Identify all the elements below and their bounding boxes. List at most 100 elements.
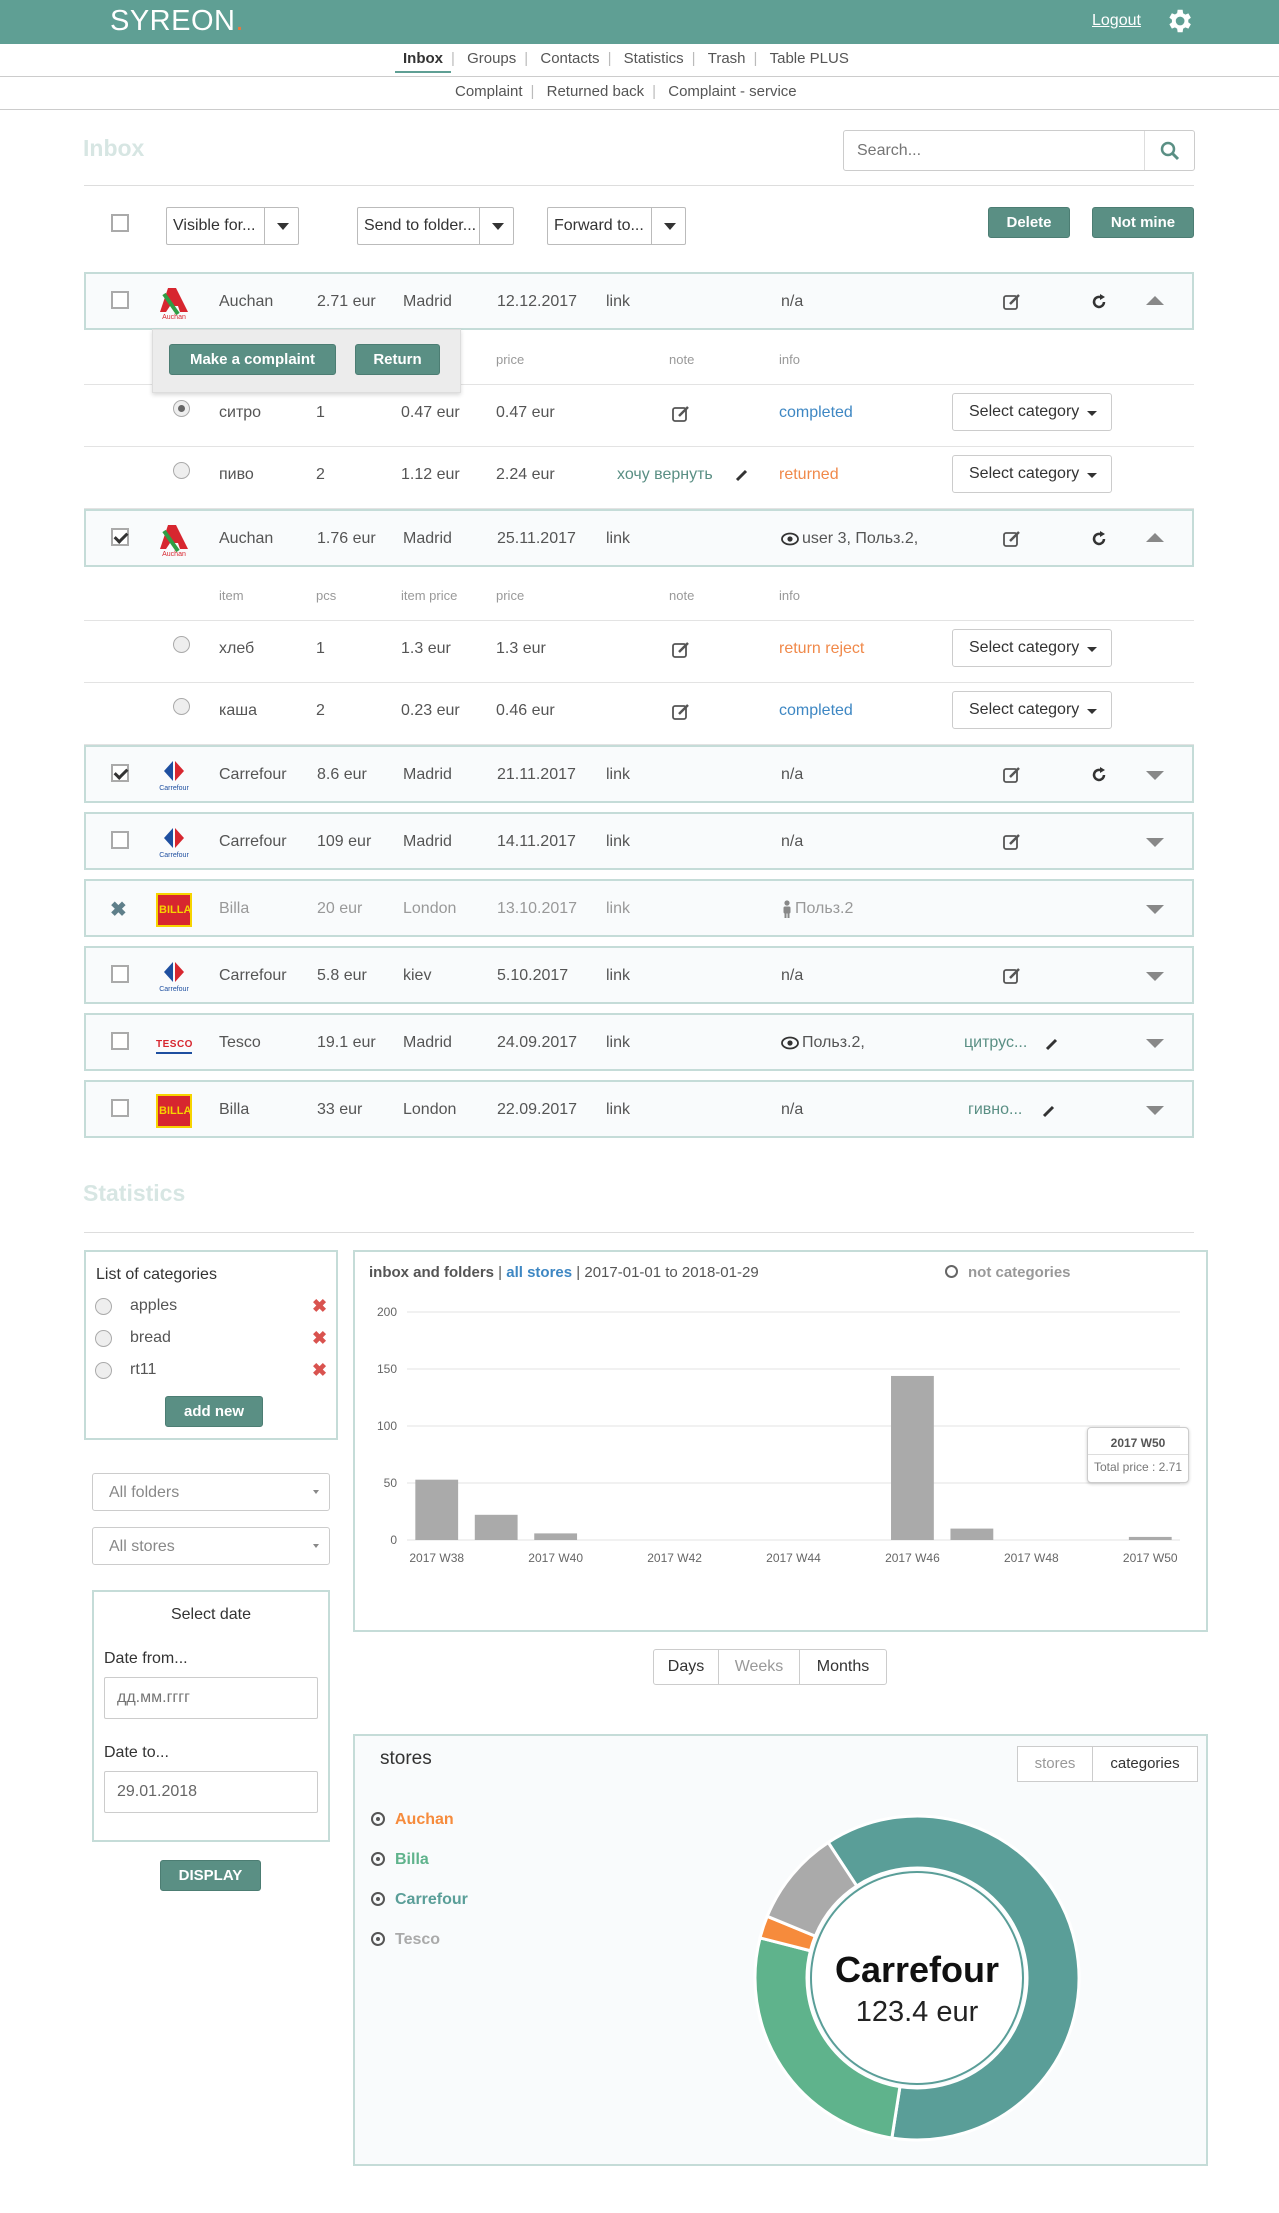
legend-auchan[interactable]: Auchan [371,1810,454,1829]
delete-category-icon[interactable]: ✖ [312,1296,327,1317]
select-category-dropdown[interactable]: Select category [952,691,1112,729]
edit-note-icon[interactable] [671,640,691,660]
order-row[interactable]: Carrefour Carrefour 8.6 eur Madrid 21.11… [84,745,1194,803]
nav-groups[interactable]: Groups [459,50,524,67]
delete-category-icon[interactable]: ✖ [312,1360,327,1381]
logo[interactable]: SYREON. [110,5,244,38]
edit-icon[interactable] [1002,832,1022,852]
nav-table-plus[interactable]: Table PLUS [762,50,857,67]
pencil-icon[interactable] [1041,1103,1057,1119]
subnav-complaint-service[interactable]: Complaint - service [660,83,804,100]
order-link[interactable]: link [606,967,630,985]
nav-inbox[interactable]: Inbox [395,50,451,73]
nav-contacts[interactable]: Contacts [532,50,607,67]
nav-trash[interactable]: Trash [700,50,754,67]
order-row[interactable]: TESCO Tesco 19.1 eur Madrid 24.09.2017 l… [84,1013,1194,1071]
refresh-icon[interactable] [1090,293,1108,311]
delete-category-icon[interactable]: ✖ [312,1328,327,1349]
item-radio[interactable] [173,400,190,417]
order-link[interactable]: link [606,833,630,851]
edit-note-icon[interactable] [671,404,691,424]
pencil-icon[interactable] [1044,1036,1060,1052]
forward-to-dropdown[interactable]: Forward to... [547,207,686,245]
edit-icon[interactable] [1002,529,1022,549]
logout-link[interactable]: Logout [1092,12,1141,30]
pencil-icon[interactable] [734,467,750,483]
row-checkbox[interactable] [111,831,129,849]
add-category-button[interactable]: add new [165,1396,263,1427]
edit-icon[interactable] [1002,966,1022,986]
item-radio[interactable] [173,698,190,715]
subnav-complaint[interactable]: Complaint [447,83,531,100]
item-radio[interactable] [173,636,190,653]
display-button[interactable]: DISPLAY [160,1860,261,1891]
chart-header-stores[interactable]: all stores [506,1264,572,1281]
order-link[interactable]: link [606,293,630,311]
toggle-days[interactable]: Days [653,1649,719,1685]
row-checkbox[interactable] [111,528,129,546]
expand-chevron-icon[interactable] [1146,771,1164,780]
order-row[interactable]: Auchan Auchan 2.71 eur Madrid 12.12.2017… [84,272,1194,330]
select-all-checkbox[interactable] [111,214,129,232]
toggle-weeks[interactable]: Weeks [718,1649,800,1685]
category-radio[interactable] [95,1362,112,1379]
order-row[interactable]: Carrefour Carrefour 109 eur Madrid 14.11… [84,812,1194,870]
collapse-chevron-icon[interactable] [1146,533,1164,542]
order-link[interactable]: link [606,766,630,784]
subnav-returned-back[interactable]: Returned back [539,83,653,100]
order-link[interactable]: link [606,1101,630,1119]
refresh-icon[interactable] [1090,766,1108,784]
date-to-input[interactable] [104,1771,318,1813]
not-categories-toggle[interactable]: not categories [945,1264,1071,1281]
edit-icon[interactable] [1002,292,1022,312]
not-mine-button[interactable]: Not mine [1092,207,1194,238]
select-category-dropdown[interactable]: Select category [952,393,1112,431]
caret-down-icon [264,208,298,244]
row-checkbox[interactable] [111,764,129,782]
category-radio[interactable] [95,1330,112,1347]
gear-icon[interactable] [1164,6,1194,36]
order-row[interactable]: BILLA Billa 33 eur London 22.09.2017 lin… [84,1080,1194,1138]
nav-statistics[interactable]: Statistics [616,50,692,67]
tab-stores[interactable]: stores [1017,1746,1093,1782]
order-link[interactable]: link [606,530,630,548]
return-button[interactable]: Return [355,344,440,375]
make-complaint-button[interactable]: Make a complaint [169,344,336,375]
tab-categories[interactable]: categories [1092,1746,1198,1782]
visible-for-dropdown[interactable]: Visible for... [166,207,299,245]
select-category-dropdown[interactable]: Select category [952,455,1112,493]
search-input[interactable] [845,132,1141,169]
expand-chevron-icon[interactable] [1146,905,1164,914]
refresh-icon[interactable] [1090,530,1108,548]
order-row[interactable]: Auchan Auchan 1.76 eur Madrid 25.11.2017… [84,509,1194,567]
delete-button[interactable]: Delete [988,207,1070,238]
expand-chevron-icon[interactable] [1146,972,1164,981]
rejected-x-icon[interactable]: ✖ [110,897,127,922]
row-checkbox[interactable] [111,291,129,309]
collapse-chevron-icon[interactable] [1146,296,1164,305]
toggle-months[interactable]: Months [799,1649,887,1685]
row-checkbox[interactable] [111,1099,129,1117]
order-link[interactable]: link [606,900,630,918]
order-row[interactable]: Carrefour Carrefour 5.8 eur kiev 5.10.20… [84,946,1194,1004]
legend-billa[interactable]: Billa [371,1850,429,1869]
expand-chevron-icon[interactable] [1146,838,1164,847]
date-from-input[interactable] [104,1677,318,1719]
select-category-dropdown[interactable]: Select category [952,629,1112,667]
category-radio[interactable] [95,1298,112,1315]
item-radio[interactable] [173,462,190,479]
expand-chevron-icon[interactable] [1146,1039,1164,1048]
legend-tesco[interactable]: Tesco [371,1930,440,1949]
order-row[interactable]: ✖ BILLA Billa 20 eur London 13.10.2017 l… [84,879,1194,937]
edit-note-icon[interactable] [671,702,691,722]
order-link[interactable]: link [606,1034,630,1052]
expand-chevron-icon[interactable] [1146,1106,1164,1115]
folders-select[interactable]: All folders [92,1473,330,1511]
edit-icon[interactable] [1002,765,1022,785]
legend-carrefour[interactable]: Carrefour [371,1890,468,1909]
stores-select[interactable]: All stores [92,1527,330,1565]
row-checkbox[interactable] [111,1032,129,1050]
row-checkbox[interactable] [111,965,129,983]
search-button[interactable] [1144,131,1194,170]
send-to-folder-dropdown[interactable]: Send to folder... [357,207,514,245]
